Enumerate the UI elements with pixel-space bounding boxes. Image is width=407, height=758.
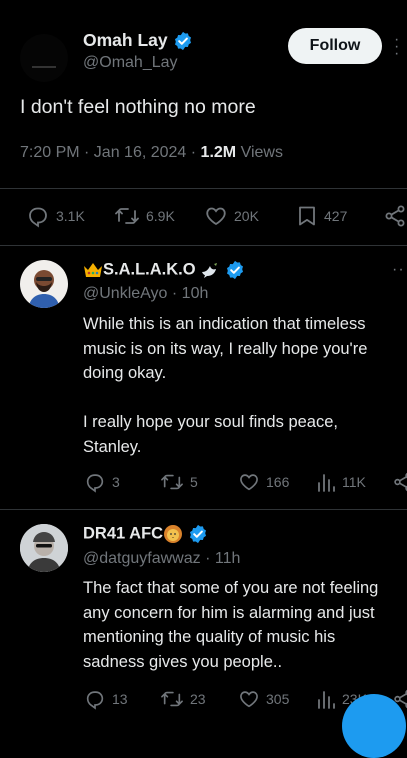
views-button[interactable]: 11K [316,471,366,493]
reply-avatar[interactable] [20,260,68,308]
like-button[interactable]: 20K [204,204,259,228]
repost-button[interactable]: 23 [160,688,206,710]
author-name[interactable]: Omah Lay [83,30,193,51]
share-button[interactable] [383,204,407,228]
author-avatar[interactable] [20,34,68,82]
like-button[interactable]: 305 [238,688,289,710]
repost-button[interactable]: 6.9K [114,204,175,228]
more-options-icon[interactable]: · · · [394,32,402,62]
reply-text: The fact that some of you are not feelin… [83,579,379,671]
divider [0,509,407,510]
person-photo [20,524,68,572]
share-icon [394,472,407,492]
heart-icon [206,207,226,226]
timestamp[interactable]: 7:20 PM · Jan 16, 2024 · [20,144,201,161]
views-label: Views [236,144,283,161]
reply-time: · 11h [205,550,241,567]
crown-icon [84,263,102,277]
divider [0,245,407,246]
reply-button[interactable]: 3.1K [26,204,85,228]
follow-button[interactable]: Follow [288,28,382,64]
author-handle[interactable]: @Omah_Lay [83,54,178,72]
repost-icon [161,691,183,707]
reply-handle[interactable]: @UnkleAyo · 10h [83,285,208,303]
share-button[interactable] [392,471,407,493]
reply-time: · 10h [171,285,209,302]
lion-icon [164,525,183,543]
bookmark-icon [299,206,315,226]
tweet-text: I don't feel nothing no more [20,96,256,118]
reply-button[interactable]: 3 [84,471,120,493]
reply-handle[interactable]: @datguyfawwaz · 11h [83,550,240,568]
reply-button[interactable]: 13 [84,688,128,710]
reply-avatar[interactable] [20,524,68,572]
reply-more-icon[interactable]: ·· [392,261,405,279]
compose-button[interactable] [342,694,406,758]
analytics-icon [318,691,335,709]
reply-author-name[interactable]: DR41 AFC [83,524,208,544]
divider [0,188,407,189]
reply-icon [86,474,104,493]
reply-icon [29,207,47,228]
reply-icon [86,691,104,710]
heart-icon [240,474,258,491]
reply-text: While this is an indication that timeles… [83,315,368,456]
verified-badge-icon [189,524,206,544]
views-count[interactable]: 1.2M [201,144,237,161]
verified-badge-icon [174,32,191,51]
reply-author-name[interactable]: S.A.L.A.K.O [83,260,245,280]
tweet-meta: 7:20 PM · Jan 16, 2024 · 1.2M Views [20,144,283,162]
repost-icon [115,208,139,224]
analytics-icon [318,474,335,492]
bookmark-button[interactable]: 427 [296,204,347,228]
verified-badge-icon [226,260,243,280]
repost-icon [161,474,183,490]
share-icon [385,205,405,227]
repost-button[interactable]: 5 [160,471,198,493]
heart-icon [240,691,258,708]
dove-icon [202,263,218,278]
like-button[interactable]: 166 [238,471,289,493]
person-illustration [29,270,59,308]
